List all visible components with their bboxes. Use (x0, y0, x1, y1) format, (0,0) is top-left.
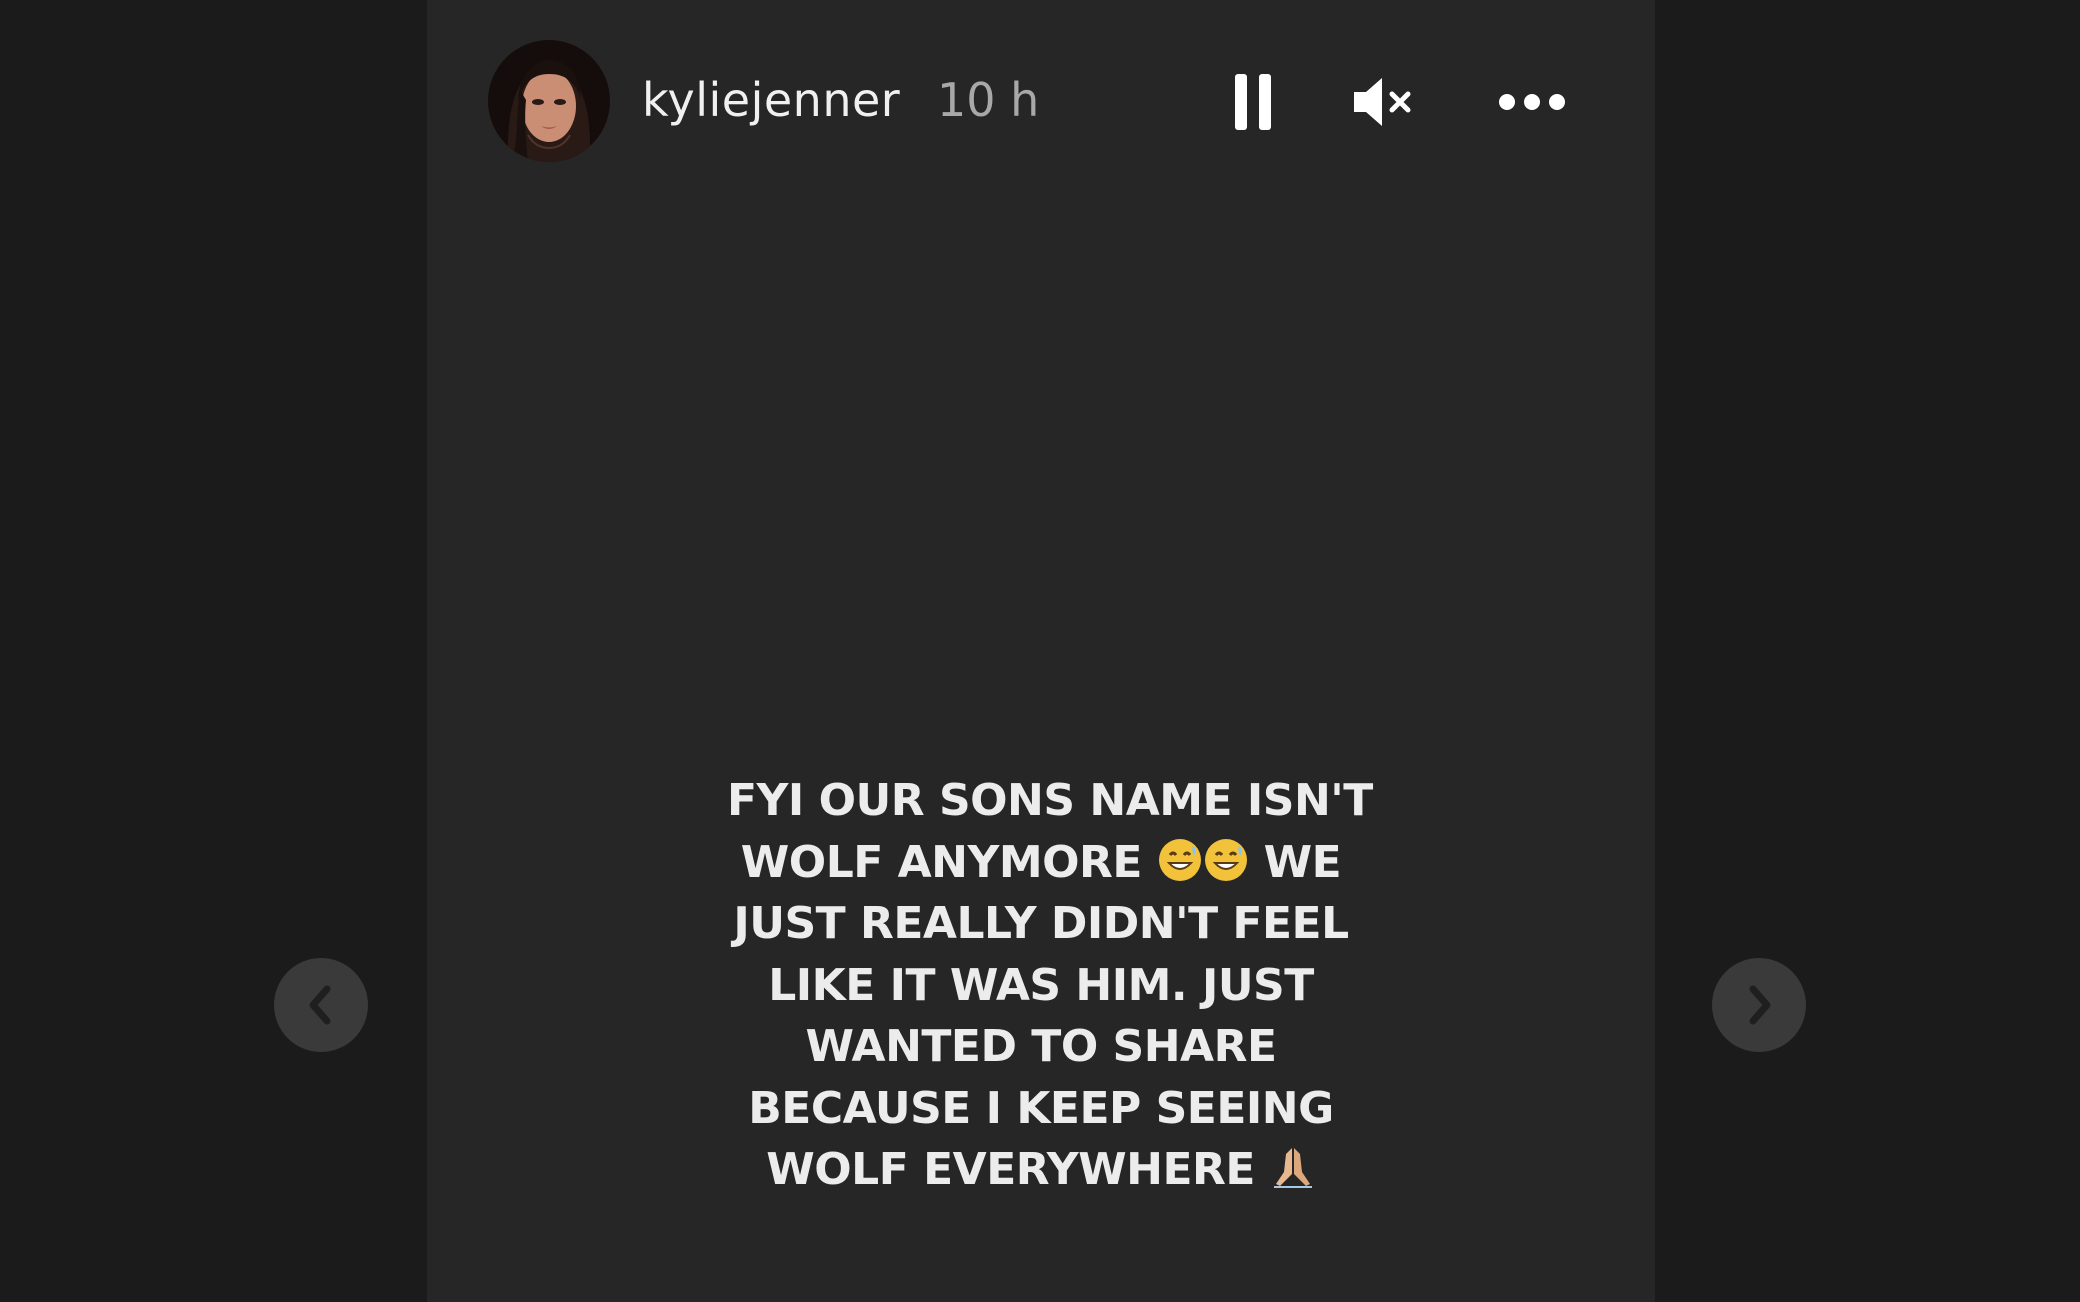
story-timestamp: 10 h (937, 73, 1040, 127)
caption-line: WANTED TO SHARE (805, 1021, 1277, 1072)
grinning-sweat-emoji-icon (1158, 838, 1201, 881)
grinning-sweat-emoji-icon (1204, 838, 1247, 881)
more-options-icon (1499, 94, 1565, 110)
caption-line-text: WOLF ANYMORE (740, 836, 1143, 888)
folded-hands-emoji-icon (1273, 1148, 1312, 1188)
caption-line: WOLF ANYMORE WE (727, 832, 1355, 894)
caption-line: LIKE IT WAS HIM. JUST (768, 959, 1314, 1011)
caption-line: WOLF EVERYWHERE (727, 1139, 1355, 1201)
story-viewer: kyliejenner 10 h FYI OUR SONS NAME ISN'T (0, 0, 2080, 1302)
chevron-left-icon (309, 985, 331, 1025)
mute-button[interactable] (1337, 66, 1427, 138)
muted-speaker-icon (1354, 78, 1411, 126)
story-header-gradient (427, 0, 1655, 300)
story-frame[interactable]: kyliejenner 10 h FYI OUR SONS NAME ISN'T (427, 0, 1655, 1302)
previous-story-button[interactable] (274, 958, 368, 1052)
caption-line: FYI OUR SONS NAME ISN'T (727, 775, 1373, 826)
caption-line: JUST REALLY DIDN'T FEEL (733, 898, 1349, 949)
more-options-button[interactable] (1477, 66, 1587, 138)
avatar[interactable] (488, 40, 610, 162)
story-username[interactable]: kyliejenner (642, 70, 900, 130)
caption-line-text: WE (1263, 836, 1342, 888)
caption-line-text: WOLF EVERYWHERE (766, 1144, 1255, 1195)
story-caption: FYI OUR SONS NAME ISN'T WOLF ANYMORE WE (727, 770, 1373, 1201)
avatar-image (488, 40, 610, 162)
chevron-right-icon (1749, 985, 1771, 1025)
pause-icon (1235, 74, 1271, 130)
next-story-button[interactable] (1712, 958, 1806, 1052)
pause-button[interactable] (1217, 66, 1289, 138)
caption-line: BECAUSE I KEEP SEEING (748, 1082, 1334, 1134)
